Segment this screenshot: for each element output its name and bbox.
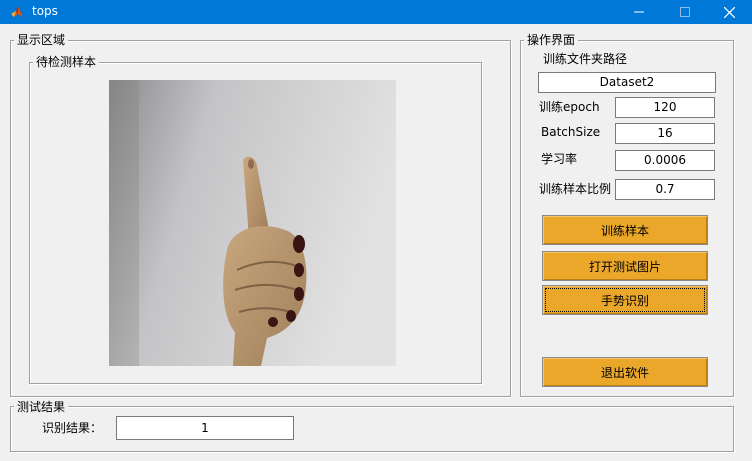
maximize-icon <box>680 7 690 17</box>
batchsize-label: BatchSize <box>541 125 601 139</box>
exit-button[interactable]: 退出软件 <box>542 357 708 387</box>
result-output: 1 <box>116 416 294 440</box>
epoch-label: 训练epoch <box>539 100 600 114</box>
minimize-icon <box>634 11 644 13</box>
train-ratio-input[interactable]: 0.7 <box>615 179 715 200</box>
result-label: 识别结果： <box>42 421 103 435</box>
ops-panel-title: 操作界面 <box>524 33 579 47</box>
result-panel-title: 测试结果 <box>14 400 69 414</box>
hand-gesture-photo <box>109 80 396 366</box>
title-bar[interactable]: tops <box>0 0 752 24</box>
learning-rate-label: 学习率 <box>541 152 578 166</box>
train-button[interactable]: 训练样本 <box>542 215 708 245</box>
window-title: tops <box>32 4 58 18</box>
close-icon <box>723 6 735 18</box>
open-image-button[interactable]: 打开测试图片 <box>542 251 708 281</box>
batchsize-input[interactable]: 16 <box>615 123 715 144</box>
sample-panel-title: 待检测样本 <box>33 55 100 69</box>
recognize-button[interactable]: 手势识别 <box>542 285 708 315</box>
close-button[interactable] <box>706 0 752 24</box>
display-panel-title: 显示区域 <box>14 33 69 47</box>
matlab-icon <box>10 5 24 19</box>
train-ratio-label: 训练样本比例 <box>539 182 612 196</box>
maximize-button[interactable] <box>662 0 708 24</box>
folder-path-label: 训练文件夹路径 <box>543 52 628 66</box>
minimize-button[interactable] <box>616 0 662 24</box>
learning-rate-input[interactable]: 0.0006 <box>615 150 715 171</box>
folder-path-input[interactable]: Dataset2 <box>538 72 716 93</box>
epoch-input[interactable]: 120 <box>615 97 715 118</box>
